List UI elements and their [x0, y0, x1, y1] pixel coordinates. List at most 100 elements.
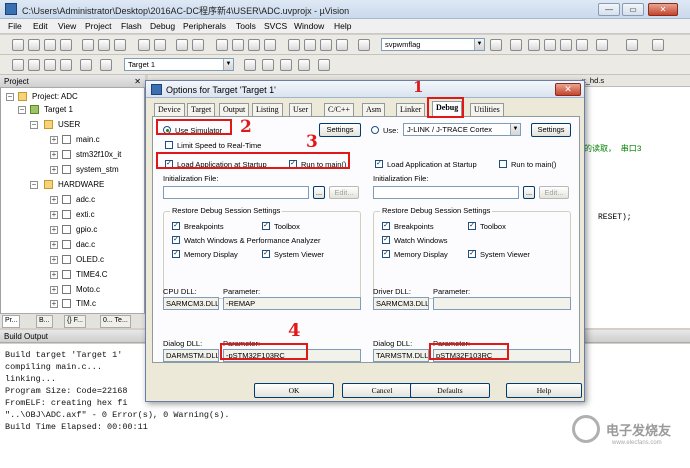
- uncomment-icon[interactable]: [336, 39, 348, 51]
- expand-icon[interactable]: +: [50, 136, 58, 144]
- expand-icon[interactable]: +: [50, 166, 58, 174]
- tree-file[interactable]: OLED.c: [76, 255, 104, 264]
- manage-run-time-icon[interactable]: [280, 59, 292, 71]
- bookmark-icon[interactable]: [216, 39, 228, 51]
- indent-icon[interactable]: [288, 39, 300, 51]
- expand-icon[interactable]: +: [50, 196, 58, 204]
- tab-templates[interactable]: 0... Te...: [100, 315, 131, 328]
- bookmark-next-icon[interactable]: [248, 39, 260, 51]
- tab-output[interactable]: Output: [219, 103, 250, 116]
- menu-project[interactable]: Project: [85, 21, 111, 31]
- expand-icon[interactable]: +: [50, 211, 58, 219]
- unindent-icon[interactable]: [304, 39, 316, 51]
- copy-icon[interactable]: [98, 39, 110, 51]
- menu-svcs[interactable]: SVCS: [264, 21, 287, 31]
- rebuild-icon[interactable]: [44, 59, 56, 71]
- init-file-target-input[interactable]: [373, 186, 519, 199]
- dialog-close-button[interactable]: ✕: [555, 83, 581, 96]
- tree-project-root[interactable]: Project: ADC: [32, 92, 78, 101]
- tab-cc[interactable]: C/C++: [324, 103, 354, 116]
- find-in-files-icon[interactable]: [358, 39, 370, 51]
- tree-file[interactable]: gpio.c: [76, 225, 97, 234]
- help-button[interactable]: Help: [506, 383, 582, 398]
- driver-dll-field[interactable]: SARMCM3.DLL: [373, 297, 429, 310]
- maximize-button[interactable]: ▭: [622, 3, 644, 16]
- expand-icon[interactable]: +: [50, 151, 58, 159]
- tree-file[interactable]: exti.c: [76, 210, 95, 219]
- find-icon[interactable]: [490, 39, 502, 51]
- menu-flash[interactable]: Flash: [121, 21, 142, 31]
- menu-view[interactable]: View: [58, 21, 76, 31]
- download-icon[interactable]: [100, 59, 112, 71]
- menu-window[interactable]: Window: [294, 21, 324, 31]
- dialog-dll-field[interactable]: DARMSTM.DLL: [163, 349, 219, 362]
- find-combo[interactable]: svpwmflag ▼: [381, 38, 485, 51]
- bookmark-prev-icon[interactable]: [232, 39, 244, 51]
- collapse-icon[interactable]: −: [6, 93, 14, 101]
- init-file-target-browse-button[interactable]: ...: [523, 186, 535, 199]
- breakpoint-disable-icon[interactable]: [544, 39, 556, 51]
- collapse-icon[interactable]: −: [18, 106, 26, 114]
- debugger-select[interactable]: J-LINK / J-TRACE Cortex ▼: [403, 123, 521, 136]
- build-icon[interactable]: [28, 59, 40, 71]
- target-select[interactable]: Target 1 ▼: [124, 58, 234, 71]
- tree-file[interactable]: stm32f10x_it: [76, 150, 121, 159]
- batch-build-icon[interactable]: [60, 59, 72, 71]
- tree-file[interactable]: dac.c: [76, 240, 95, 249]
- tab-functions[interactable]: {} F...: [64, 315, 86, 328]
- paste-icon[interactable]: [114, 39, 126, 51]
- tree-target[interactable]: Target 1: [44, 105, 73, 114]
- use-debugger-radio[interactable]: [371, 126, 379, 134]
- breakpoint-kill-icon[interactable]: [560, 39, 572, 51]
- editor-tab[interactable]: x_hd.s: [582, 76, 604, 85]
- nav-back-icon[interactable]: [176, 39, 188, 51]
- tab-utilities[interactable]: Utilities: [470, 103, 504, 116]
- comment-icon[interactable]: [320, 39, 332, 51]
- system-viewer-checkbox[interactable]: ✓: [262, 250, 270, 258]
- pack-installer-icon[interactable]: [298, 59, 310, 71]
- expand-icon[interactable]: +: [50, 226, 58, 234]
- cpu-param-field[interactable]: -REMAP: [223, 297, 361, 310]
- breakpoints-target-checkbox[interactable]: ✓: [382, 222, 390, 230]
- open-file-icon[interactable]: [28, 39, 40, 51]
- menu-help[interactable]: Help: [334, 21, 351, 31]
- tab-user[interactable]: User: [289, 103, 313, 116]
- tab-project[interactable]: Pr...: [2, 315, 21, 328]
- expand-icon[interactable]: +: [50, 241, 58, 249]
- target-options-icon[interactable]: [244, 59, 256, 71]
- tab-books[interactable]: B...: [36, 315, 53, 328]
- debug-session-icon[interactable]: [510, 39, 522, 51]
- expand-icon[interactable]: +: [50, 271, 58, 279]
- save-all-icon[interactable]: [60, 39, 72, 51]
- tree-group-hardware[interactable]: HARDWARE: [58, 180, 104, 189]
- defaults-button[interactable]: Defaults: [410, 383, 490, 398]
- init-file-target-edit-button[interactable]: Edit...: [539, 186, 569, 199]
- nav-forward-icon[interactable]: [192, 39, 204, 51]
- tree-file[interactable]: main.c: [76, 135, 100, 144]
- expand-icon[interactable]: +: [50, 286, 58, 294]
- tab-linker[interactable]: Linker: [396, 103, 426, 116]
- redo-icon[interactable]: [154, 39, 166, 51]
- memory-display-checkbox[interactable]: ✓: [172, 250, 180, 258]
- tools-config-icon[interactable]: [626, 39, 638, 51]
- software-packs-icon[interactable]: [318, 59, 330, 71]
- init-file-input[interactable]: [163, 186, 309, 199]
- cpu-dll-field[interactable]: SARMCM3.DLL: [163, 297, 219, 310]
- load-app-target-checkbox[interactable]: ✓: [375, 160, 383, 168]
- driver-param-field[interactable]: [433, 297, 571, 310]
- file-extensions-icon[interactable]: [262, 59, 274, 71]
- watch-windows-target-checkbox[interactable]: ✓: [382, 236, 390, 244]
- collapse-icon[interactable]: −: [30, 121, 38, 129]
- tree-file[interactable]: adc.c: [76, 195, 95, 204]
- tree-file[interactable]: TIME4.C: [76, 270, 108, 279]
- bookmark-clear-icon[interactable]: [264, 39, 276, 51]
- translate-icon[interactable]: [12, 59, 24, 71]
- system-viewer-target-checkbox[interactable]: ✓: [468, 250, 476, 258]
- menu-edit[interactable]: Edit: [33, 21, 48, 31]
- breakpoint-kill-all-icon[interactable]: [576, 39, 588, 51]
- toolbox-target-checkbox[interactable]: ✓: [468, 222, 476, 230]
- init-file-edit-button[interactable]: Edit...: [329, 186, 359, 199]
- tree-file[interactable]: TIM.c: [76, 299, 96, 308]
- expand-icon[interactable]: +: [50, 300, 58, 308]
- run-to-main-target-checkbox[interactable]: [499, 160, 507, 168]
